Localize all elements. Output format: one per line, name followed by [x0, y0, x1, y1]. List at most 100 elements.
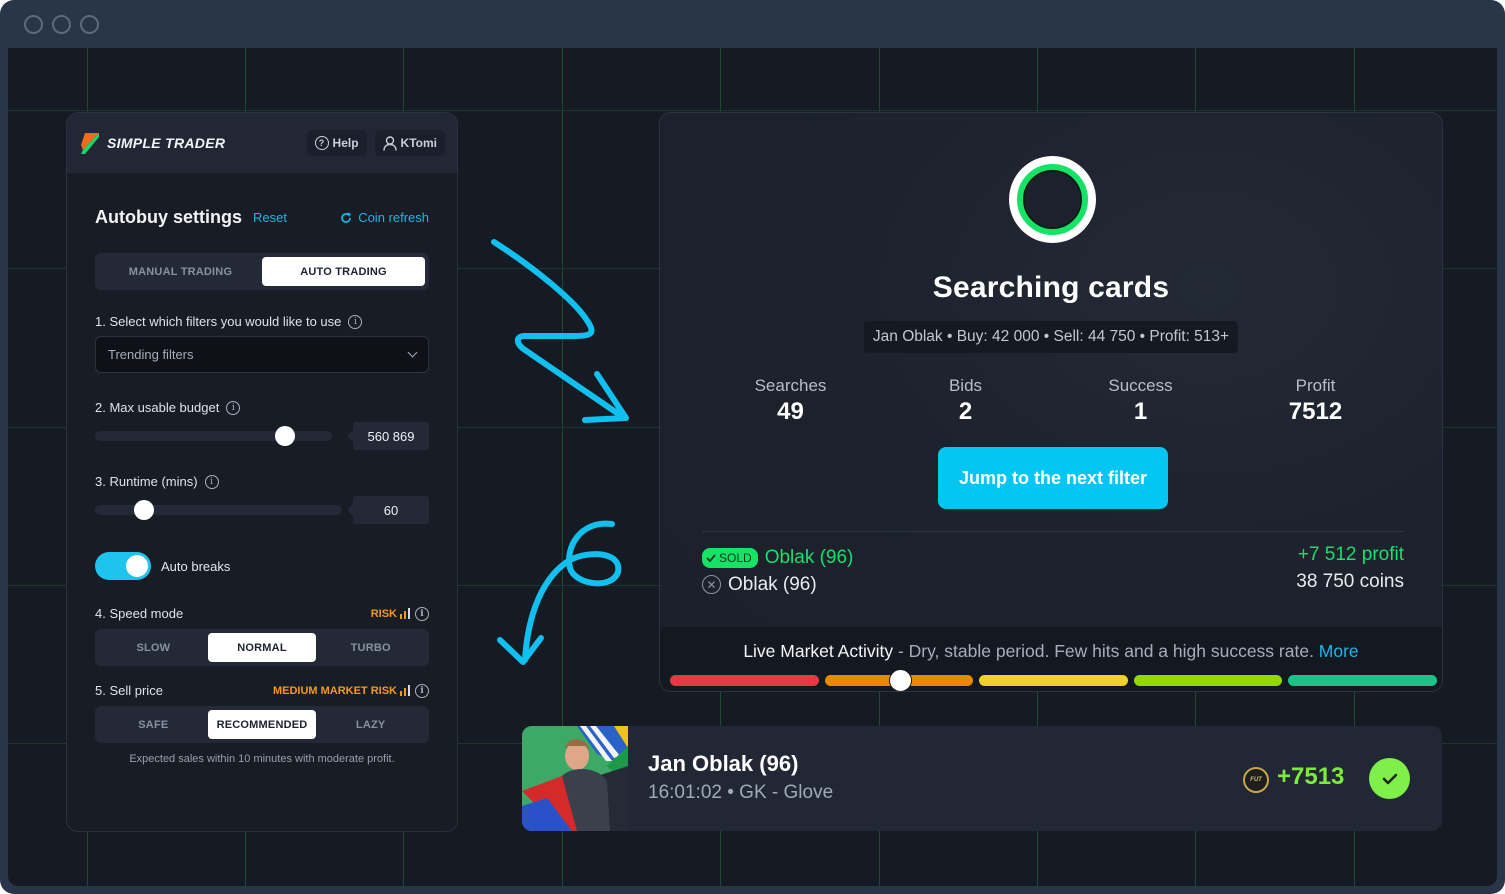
panel-header: SIMPLE TRADER ? Help KTomi	[67, 113, 457, 173]
stat-searches: Searches 49	[703, 376, 878, 426]
log-summary: +7 512 profit 38 750 coins	[1296, 541, 1404, 595]
speed-option-normal[interactable]: NORMAL	[207, 633, 317, 662]
meter-segment	[670, 675, 819, 686]
auto-breaks-label: Auto breaks	[161, 558, 231, 574]
sell-option-recommended[interactable]: RECOMMENDED	[207, 710, 317, 739]
player-name: Jan Oblak (96)	[648, 751, 799, 776]
sell-price-hint: Expected sales within 10 minutes with mo…	[129, 753, 395, 765]
search-status-panel: Searching cards Jan Oblak • Buy: 42 000 …	[659, 112, 1443, 692]
sell-price-selector: SAFE RECOMMENDED LAZY	[95, 706, 429, 743]
info-icon[interactable]: i	[348, 314, 363, 329]
help-button[interactable]: ? Help	[306, 130, 367, 156]
autobuy-settings-panel: SIMPLE TRADER ? Help KTomi Autobuy setti…	[66, 112, 458, 832]
stat-value: 2	[958, 398, 973, 425]
reset-link[interactable]: Reset	[253, 210, 287, 225]
market-title: Live Market Activity	[743, 641, 894, 661]
player-image	[522, 726, 628, 831]
meter-segment	[1133, 675, 1283, 686]
runtime-slider-thumb[interactable]	[134, 500, 155, 520]
status-title: Searching cards	[932, 271, 1170, 304]
speed-option-slow[interactable]: SLOW	[99, 633, 208, 662]
budget-slider[interactable]	[95, 426, 332, 446]
runtime-value[interactable]: 60	[347, 496, 429, 524]
budget-slider-thumb[interactable]	[274, 426, 295, 446]
close-circle-icon: ✕	[702, 575, 721, 594]
refresh-icon	[341, 212, 352, 223]
window-maximize-dot[interactable]	[80, 15, 99, 34]
info-icon[interactable]: i	[204, 474, 219, 489]
meter-indicator	[889, 669, 913, 691]
runtime-slider[interactable]	[95, 500, 342, 520]
brand-logo[interactable]: SIMPLE TRADER	[81, 132, 226, 154]
grid-line	[8, 110, 1497, 111]
success-check-icon	[1369, 758, 1410, 799]
settings-title: Autobuy settings	[95, 207, 242, 227]
runtime-label: 3. Runtime (mins)	[95, 474, 198, 489]
meter-segment	[979, 675, 1128, 686]
stat-label: Bids	[948, 376, 983, 395]
trade-summary: Jan Oblak • Buy: 42 000 • Sell: 44 750 •…	[863, 321, 1239, 353]
info-icon[interactable]: i	[226, 400, 241, 415]
market-activity-meter	[670, 669, 1437, 691]
user-button[interactable]: KTomi	[374, 130, 445, 156]
jump-next-filter-button[interactable]: Jump to the next filter	[938, 447, 1168, 509]
stat-value: 1	[1133, 398, 1148, 425]
market-more-link[interactable]: More	[1319, 641, 1359, 661]
meter-segment	[1288, 675, 1437, 686]
budget-value[interactable]: 560 869	[347, 422, 429, 450]
market-description: - Dry, stable period. Few hits and a hig…	[893, 641, 1319, 661]
tab-manual-trading[interactable]: MANUAL TRADING	[99, 257, 262, 286]
sold-badge: SOLD	[702, 547, 758, 568]
user-label: KTomi	[400, 136, 437, 150]
stat-label: Searches	[754, 376, 827, 395]
brand-name: SIMPLE TRADER	[107, 135, 226, 151]
risk-bars-icon	[400, 607, 410, 619]
speed-option-turbo[interactable]: TURBO	[316, 633, 425, 662]
auto-breaks-toggle[interactable]	[95, 552, 151, 580]
coin-refresh-label: Coin refresh	[358, 210, 429, 225]
activity-log: SOLD Oblak (96) ✕ Oblak (96)	[702, 544, 853, 598]
info-icon[interactable]: i	[415, 606, 429, 621]
risk-bars-icon	[400, 684, 410, 696]
divider	[702, 531, 1404, 532]
trading-mode-tabs: MANUAL TRADING AUTO TRADING	[95, 253, 429, 290]
profit-gain: +7513	[1277, 763, 1345, 790]
market-risk-indicator: MEDIUM MARKET RISK i	[272, 683, 429, 698]
window-minimize-dot[interactable]	[52, 15, 71, 34]
stats-row: Searches 49 Bids 2 Success 1 Profit 7512	[703, 376, 1403, 426]
failed-item: Oblak (96)	[728, 573, 817, 595]
log-profit: +7 512 profit	[1297, 544, 1404, 565]
player-result-card[interactable]: Jan Oblak (96) 16:01:02 • GK - Glove FUT…	[522, 726, 1442, 831]
market-risk-label: MEDIUM MARKET RISK	[272, 684, 397, 697]
logo-icon	[81, 132, 99, 154]
stat-value: 49	[777, 398, 804, 425]
user-icon	[382, 135, 397, 151]
help-label: Help	[332, 136, 359, 150]
coin-refresh-link[interactable]: Coin refresh	[340, 210, 429, 225]
sell-price-label: 5. Sell price	[95, 683, 163, 698]
sold-badge-label: SOLD	[719, 550, 752, 565]
speed-mode-label: 4. Speed mode	[95, 606, 184, 621]
filters-label: 1. Select which filters you would like t…	[95, 314, 342, 329]
speed-risk-label: RISK	[370, 607, 397, 620]
log-entry-sold: SOLD Oblak (96)	[702, 544, 853, 571]
fut-coin-icon: FUT	[1243, 767, 1269, 793]
chevron-down-icon	[407, 347, 418, 358]
sold-item: Oblak (96)	[764, 546, 854, 568]
tab-auto-trading[interactable]: AUTO TRADING	[262, 257, 425, 286]
sell-option-safe[interactable]: SAFE	[99, 710, 208, 739]
stat-profit: Profit 7512	[1228, 376, 1403, 426]
info-icon[interactable]: i	[415, 683, 429, 698]
stat-value: 7512	[1288, 398, 1343, 425]
stat-bids: Bids 2	[878, 376, 1053, 426]
speed-risk-indicator: RISK i	[370, 606, 429, 621]
filters-select[interactable]: Trending filters	[95, 336, 429, 373]
search-progress-ring-icon	[1009, 156, 1096, 243]
live-market-activity: Live Market Activity - Dry, stable perio…	[660, 627, 1442, 691]
stat-success: Success 1	[1053, 376, 1228, 426]
stat-label: Success	[1108, 376, 1173, 395]
speed-mode-selector: SLOW NORMAL TURBO	[95, 629, 429, 666]
question-circle-icon: ?	[314, 136, 329, 150]
sell-option-lazy[interactable]: LAZY	[316, 710, 425, 739]
window-close-dot[interactable]	[24, 15, 43, 34]
